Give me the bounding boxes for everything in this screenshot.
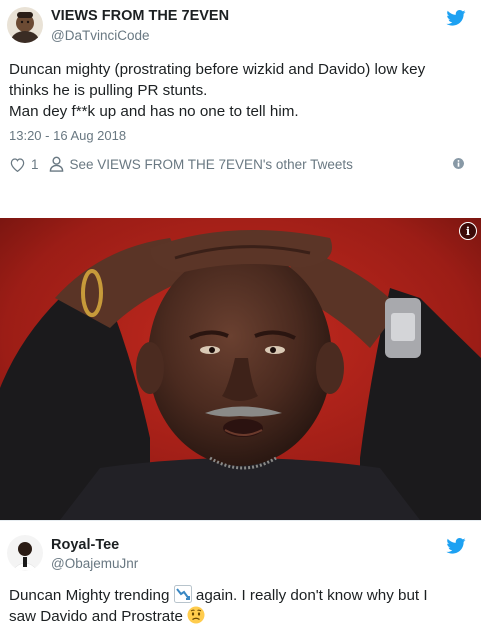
person-icon [49, 156, 63, 172]
tweet-text-line-2-text: saw Davido and Prostrate [9, 608, 183, 625]
twitter-bird-icon[interactable] [446, 538, 466, 554]
man-holding-head-photo [0, 218, 481, 520]
tweet-text-line-1: Duncan Mighty trending again. I really d… [9, 585, 428, 607]
tweet-text-part-1: Duncan Mighty trending [9, 587, 170, 604]
like-button[interactable]: 1 [9, 157, 39, 172]
avatar[interactable] [7, 7, 43, 43]
tweet-actions: 1 See VIEWS FROM THE 7EVEN's other Tweet… [9, 154, 353, 174]
display-name[interactable]: VIEWS FROM THE 7EVEN [51, 8, 229, 24]
tweet-card-1: VIEWS FROM THE 7EVEN @DaTvinciCode Dunca… [0, 0, 481, 190]
other-tweets-label: See VIEWS FROM THE 7EVEN's other Tweets [69, 156, 353, 172]
tweet-text-line-2: saw Davido and Prostrate [9, 606, 205, 628]
news-photo[interactable]: i [0, 218, 481, 520]
user-handle[interactable]: @DaTvinciCode [51, 28, 150, 43]
tweet-text-line-3: Man dey f**k up and has no one to tell h… [9, 103, 299, 120]
tweet-text-line-1: Duncan mighty (prostrating before wizkid… [9, 61, 426, 78]
tweet-text-part-2: again. I really don't know why but I [195, 587, 428, 604]
info-icon[interactable]: i [459, 222, 477, 240]
info-icon[interactable] [453, 158, 464, 169]
twitter-bird-icon[interactable] [446, 10, 466, 26]
tweet-timestamp[interactable]: 13:20 - 16 Aug 2018 [9, 128, 126, 143]
chart-decreasing-emoji [173, 585, 192, 603]
like-count: 1 [31, 156, 39, 172]
other-tweets-link[interactable]: See VIEWS FROM THE 7EVEN's other Tweets [49, 156, 353, 172]
user-handle[interactable]: @ObajemuJnr [51, 556, 138, 571]
avatar[interactable] [7, 535, 43, 571]
tweet-text-line-2: thinks he is pulling PR stunts. [9, 82, 208, 99]
worried-face-emoji [187, 606, 205, 624]
heart-icon [10, 157, 25, 172]
display-name[interactable]: Royal-Tee [51, 537, 119, 553]
